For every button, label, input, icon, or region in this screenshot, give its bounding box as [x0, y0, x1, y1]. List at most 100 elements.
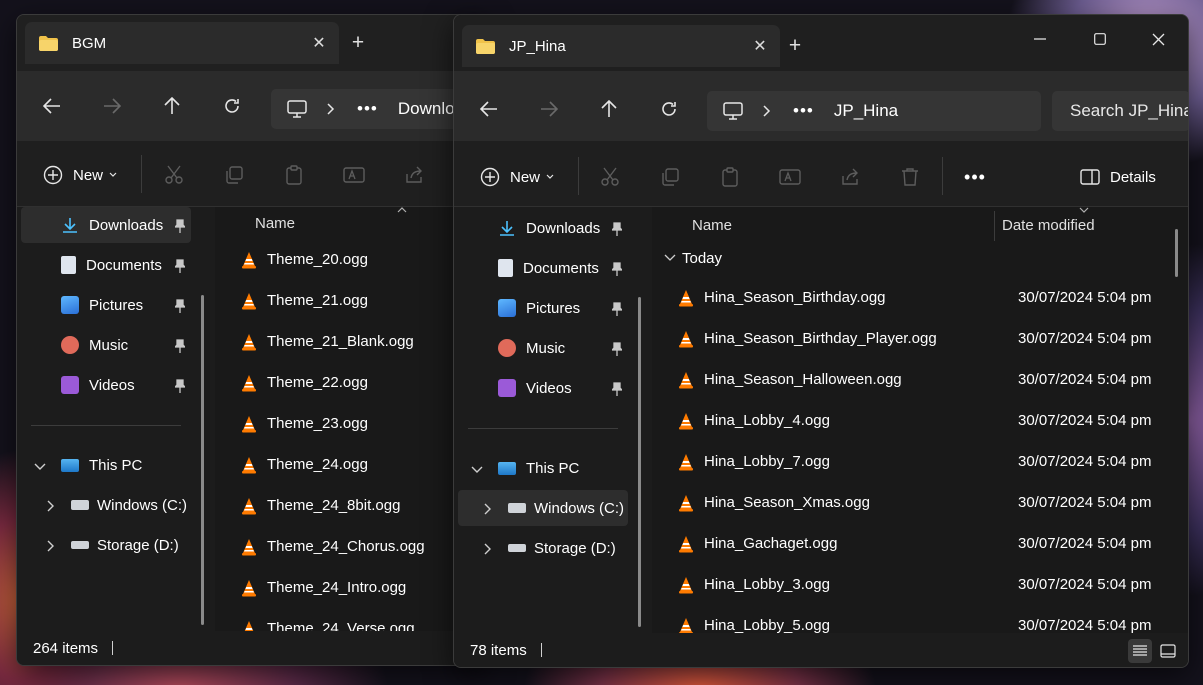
file-row[interactable]: Theme_23.ogg — [215, 403, 485, 444]
pin-icon — [175, 379, 185, 393]
new-button[interactable]: New — [43, 159, 117, 191]
back-button[interactable] — [470, 90, 508, 128]
maximize-button[interactable] — [1072, 23, 1128, 55]
command-bar: New — [17, 141, 485, 207]
minimize-button[interactable] — [1012, 23, 1068, 55]
file-date-modified: 30/07/2024 5:04 pm — [1018, 371, 1152, 388]
file-row[interactable]: Hina_Season_Birthday_Player.ogg 30/07/202… — [652, 318, 1188, 359]
nav-item-documents[interactable]: Documents — [458, 250, 628, 286]
pin-icon — [612, 382, 622, 396]
delete-button[interactable] — [898, 161, 922, 193]
more-options-button[interactable]: ••• — [962, 161, 988, 193]
minimize-icon — [1034, 38, 1046, 40]
tab-bgm[interactable]: BGM ✕ — [25, 22, 339, 64]
file-row[interactable]: Theme_24.ogg — [215, 444, 485, 485]
close-tab-icon[interactable]: ✕ — [740, 36, 780, 56]
file-name: Hina_Season_Halloween.ogg — [704, 371, 902, 388]
file-row[interactable]: Theme_22.ogg — [215, 362, 485, 403]
rename-button[interactable] — [778, 161, 802, 193]
nav-item-storage-d[interactable]: Storage (D:) — [458, 530, 628, 566]
up-button[interactable] — [590, 90, 628, 128]
file-row[interactable]: Theme_24_Intro.ogg — [215, 567, 485, 608]
nav-item-this-pc[interactable]: This PC — [21, 447, 191, 483]
pin-icon — [175, 299, 185, 313]
nav-item-documents[interactable]: Documents — [21, 247, 191, 283]
paste-button[interactable] — [718, 161, 742, 193]
share-button[interactable] — [402, 159, 426, 191]
file-row[interactable]: Hina_Gachaget.ogg 30/07/2024 5:04 pm — [652, 523, 1188, 564]
file-row[interactable]: Theme_20.ogg — [215, 239, 485, 280]
file-list-vertical-scrollbar[interactable] — [1175, 229, 1178, 277]
tab-jp-hina[interactable]: JP_Hina ✕ — [462, 25, 780, 67]
group-header-today[interactable]: Today — [652, 241, 1188, 275]
file-row[interactable]: Hina_Lobby_4.ogg 30/07/2024 5:04 pm — [652, 400, 1188, 441]
file-row[interactable]: Theme_24_8bit.ogg — [215, 485, 485, 526]
nav-item-this-pc[interactable]: This PC — [458, 450, 628, 486]
file-row[interactable]: Hina_Season_Xmas.ogg 30/07/2024 5:04 pm — [652, 482, 1188, 523]
file-row[interactable]: Theme_21.ogg — [215, 280, 485, 321]
cut-button[interactable] — [598, 161, 622, 193]
nav-item-music[interactable]: Music — [21, 327, 191, 363]
cut-button[interactable] — [162, 159, 186, 191]
maximize-icon — [1094, 33, 1106, 45]
copy-button[interactable] — [658, 161, 682, 193]
file-name: Theme_21_Blank.ogg — [267, 333, 414, 350]
file-name: Hina_Lobby_7.ogg — [704, 453, 830, 470]
chevron-right-icon[interactable] — [480, 502, 494, 516]
search-input[interactable]: Search JP_Hina — [1052, 91, 1188, 131]
paste-button[interactable] — [282, 159, 306, 191]
nav-item-videos[interactable]: Videos — [21, 367, 191, 403]
refresh-button[interactable] — [650, 90, 688, 128]
tiles-view-button[interactable] — [1156, 639, 1180, 663]
column-header-name[interactable]: Name — [692, 217, 732, 234]
nav-item-storage-d[interactable]: Storage (D:) — [21, 527, 191, 563]
file-row[interactable]: Theme_24_Chorus.ogg — [215, 526, 485, 567]
copy-icon — [662, 168, 679, 186]
new-tab-button[interactable]: + — [780, 32, 810, 62]
up-button[interactable] — [153, 87, 191, 125]
more-breadcrumbs-icon[interactable]: ••• — [793, 101, 814, 121]
computer-icon — [498, 461, 516, 475]
details-pane-icon — [1080, 169, 1100, 185]
column-header-date-modified[interactable]: Date modified — [1002, 217, 1095, 234]
details-button[interactable]: Details — [1080, 161, 1156, 193]
file-row[interactable]: Hina_Lobby_3.ogg 30/07/2024 5:04 pm — [652, 564, 1188, 605]
close-tab-icon[interactable]: ✕ — [299, 33, 339, 53]
forward-button[interactable] — [93, 87, 131, 125]
vlc-file-icon — [241, 579, 257, 597]
status-bar: 78 items — [454, 633, 1188, 667]
nav-scrollbar[interactable] — [201, 295, 204, 625]
forward-button[interactable] — [530, 90, 568, 128]
nav-item-downloads[interactable]: Downloads — [458, 210, 628, 246]
copy-button[interactable] — [222, 159, 246, 191]
new-tab-button[interactable]: + — [343, 29, 373, 59]
rename-button[interactable] — [342, 159, 366, 191]
nav-item-pictures[interactable]: Pictures — [21, 287, 191, 323]
chevron-right-icon — [763, 105, 771, 117]
refresh-button[interactable] — [213, 87, 251, 125]
details-view-button[interactable] — [1128, 639, 1152, 663]
back-button[interactable] — [33, 87, 71, 125]
address-text: Downlo — [397, 99, 455, 118]
close-window-button[interactable] — [1130, 23, 1186, 55]
nav-item-windows-c[interactable]: Windows (C:) — [21, 487, 191, 523]
vlc-file-icon — [241, 538, 257, 556]
file-row[interactable]: Hina_Season_Birthday.ogg 30/07/2024 5:04 … — [652, 277, 1188, 318]
more-breadcrumbs-icon[interactable]: ••• — [357, 99, 378, 119]
column-header-name[interactable]: Name — [255, 215, 295, 232]
file-row[interactable]: Theme_21_Blank.ogg — [215, 321, 485, 362]
new-button[interactable]: New — [480, 161, 554, 193]
file-date-modified: 30/07/2024 5:04 pm — [1018, 453, 1152, 470]
share-button[interactable] — [838, 161, 862, 193]
file-row[interactable]: Hina_Lobby_7.ogg 30/07/2024 5:04 pm — [652, 441, 1188, 482]
file-row[interactable]: Hina_Season_Halloween.ogg 30/07/2024 5:04… — [652, 359, 1188, 400]
nav-item-videos[interactable]: Videos — [458, 370, 628, 406]
nav-scrollbar[interactable] — [638, 297, 641, 627]
nav-item-downloads[interactable]: Downloads — [21, 207, 191, 243]
address-bar[interactable]: ••• JP_Hina — [707, 91, 1041, 131]
nav-item-music[interactable]: Music — [458, 330, 628, 366]
command-bar: New ••• Details — [454, 141, 1188, 207]
pictures-icon — [61, 296, 79, 314]
vlc-file-icon — [241, 333, 257, 351]
nav-item-pictures[interactable]: Pictures — [458, 290, 628, 326]
